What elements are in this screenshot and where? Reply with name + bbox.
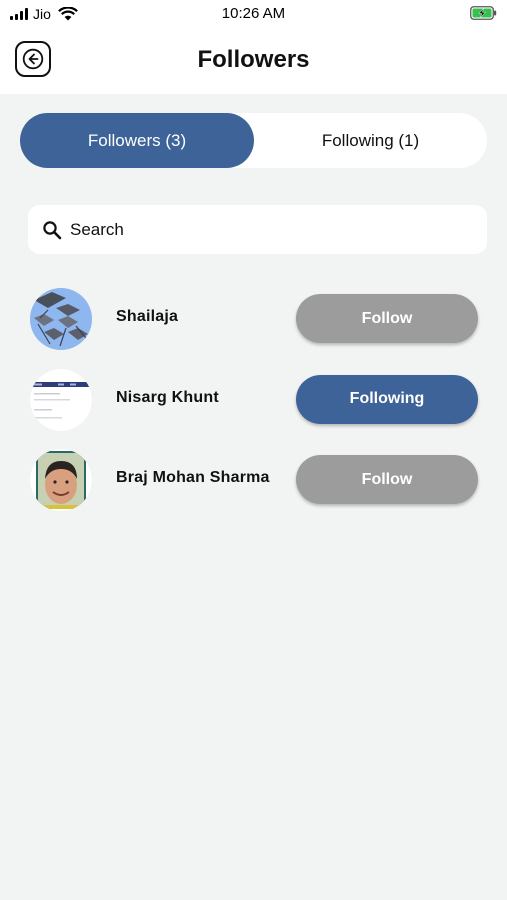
avatar[interactable] [30,288,92,350]
page-title: Followers [197,46,310,73]
followers-list: Shailaja Follow Nisarg Khunt Following B… [0,283,507,525]
header: Followers [0,28,507,94]
user-name: Nisarg Khunt [116,388,219,406]
status-bar: Jio 10:26 AM [0,0,507,28]
avatar-image [30,368,92,431]
following-button[interactable]: Following [296,374,478,424]
user-name: Braj Mohan Sharma [116,469,270,486]
search-icon [43,220,62,239]
avatar-image [30,288,92,350]
avatar[interactable] [30,449,92,511]
list-item: Shailaja Follow [0,283,507,364]
follow-button[interactable]: Follow [296,455,478,504]
avatar-image [30,449,92,511]
battery-charging-icon [470,6,497,20]
tab-followers[interactable]: Followers (3) [20,113,254,168]
user-name: Shailaja [116,308,179,325]
tab-following[interactable]: Following (1) [254,113,487,168]
search-input[interactable] [70,219,470,240]
follow-button[interactable]: Follow [296,294,478,343]
tab-bar: Followers (3) Following (1) [20,113,487,168]
list-item: Nisarg Khunt Following [0,364,507,445]
list-item: Braj Mohan Sharma Follow [0,444,507,525]
avatar[interactable] [30,368,92,431]
search-bar [28,205,487,254]
status-time: 10:26 AM [221,5,286,22]
